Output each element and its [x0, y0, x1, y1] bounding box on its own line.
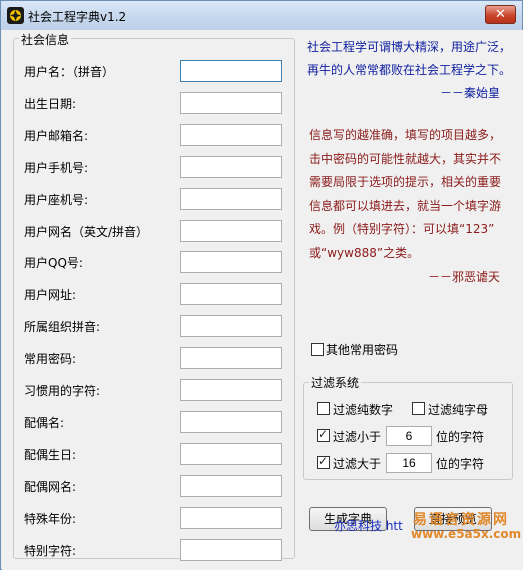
watermark-text: 易语言资源网 — [413, 512, 509, 528]
filter-pure-digits-label[interactable]: 过滤纯数字 — [333, 401, 393, 418]
app-window: 社会工程字典v1.2 ✕ 社会信息 用户名：（拼音） 出生日期: 用户邮箱名: 用户手… — [0, 0, 523, 570]
field-input[interactable] — [180, 156, 282, 178]
field-label: 配偶生日: — [24, 448, 77, 462]
field-input[interactable] — [180, 411, 282, 433]
field-input[interactable] — [180, 92, 282, 114]
quote-line: 或“wyw888”之类。 — [309, 245, 420, 260]
quote-line: 戏。例（特别字符）：可以填“123” — [309, 222, 495, 237]
field-input[interactable] — [180, 251, 282, 273]
field-input[interactable] — [180, 347, 282, 369]
window-title: 社会工程字典v1.2 — [28, 10, 127, 24]
quote-line: 信息写的越准确，填写的项目越多， — [309, 128, 502, 142]
field-input[interactable] — [180, 283, 282, 305]
filter-less-than-label[interactable]: 过滤小于 — [333, 428, 381, 445]
field-label: 用户手机号: — [24, 161, 89, 175]
field-label: 用户网址: — [24, 288, 77, 302]
filter-pure-letters-label[interactable]: 过滤纯字母 — [428, 401, 488, 418]
filter-greater-than-label[interactable]: 过滤大于 — [333, 455, 381, 472]
field-input[interactable] — [180, 379, 282, 401]
filter-less-than-input[interactable] — [386, 426, 432, 446]
quote-line: 需要局限于选项的提示，相关的重要 — [309, 175, 502, 190]
quote-line: 信息都可以填进去，就当一个填字游 — [309, 198, 502, 213]
field-label: 配偶网名: — [24, 480, 77, 494]
field-label: 用户QQ号: — [24, 256, 83, 270]
filter-greater-than-checkbox[interactable] — [317, 454, 330, 469]
field-input[interactable] — [180, 124, 282, 146]
app-logo-icon — [7, 7, 24, 24]
field-input[interactable] — [180, 220, 282, 242]
close-button[interactable]: ✕ — [485, 5, 516, 24]
field-label: 用户网名（英文/拼音） — [24, 225, 149, 239]
other-password-checkbox[interactable] — [311, 343, 324, 356]
footer-brand-link[interactable]: 亦思科技 htt — [334, 517, 403, 534]
filter-pure-letters-checkbox[interactable] — [412, 402, 425, 415]
field-input[interactable] — [180, 60, 282, 82]
field-label: 用户座机号: — [24, 193, 89, 207]
quote-tip: 信息写的越准确，填写的项目越多， 击中密码的可能性就越大，其实并不 需要局限于选… — [309, 124, 501, 289]
quote-author: －－秦始皇 — [439, 86, 500, 100]
client-area: 社会信息 用户名：（拼音） 出生日期: 用户邮箱名: 用户手机号: 用户座机号: 用户网名… — [2, 30, 523, 570]
quote-qinshihuang: 社会工程学可谓博大精深，用途广泛， 再牛的人常常都败在社会工程学之下。 －－秦始… — [307, 36, 511, 105]
quote-line: 击中密码的可能性就越大，其实并不 — [309, 151, 502, 166]
other-password-label[interactable]: 其他常用密码 — [326, 341, 398, 358]
filter-pure-digits-checkbox[interactable] — [317, 402, 330, 415]
field-input[interactable] — [180, 539, 282, 561]
quote-line: 再牛的人常常都败在社会工程学之下。 — [307, 63, 512, 77]
social-info-legend: 社会信息 — [19, 31, 72, 48]
field-label: 所属组织拼音: — [24, 320, 101, 334]
filter-less-than-checkbox[interactable] — [317, 427, 330, 442]
field-input[interactable] — [180, 475, 282, 497]
watermark-url: www.e5a5x.com — [411, 527, 522, 541]
field-label: 特别字符: — [24, 544, 77, 558]
quote-author: －－邪恶谑天 — [427, 269, 500, 284]
field-input[interactable] — [180, 507, 282, 529]
field-label: 用户邮箱名: — [24, 129, 89, 143]
quote-line: 社会工程学可谓博大精深，用途广泛， — [307, 40, 512, 54]
field-label: 习惯用的字符: — [24, 384, 101, 398]
filter-less-than-suffix: 位的字符 — [436, 430, 485, 444]
filter-legend: 过滤系统 — [309, 374, 362, 391]
field-input[interactable] — [180, 315, 282, 337]
filter-greater-than-input[interactable] — [386, 453, 432, 473]
field-label: 用户名：（拼音） — [24, 65, 115, 79]
field-input[interactable] — [180, 443, 282, 465]
close-icon: ✕ — [495, 7, 506, 22]
title-bar[interactable]: 社会工程字典v1.2 ✕ — [1, 1, 522, 30]
field-input[interactable] — [180, 188, 282, 210]
field-label: 常用密码: — [24, 352, 77, 366]
filter-greater-than-suffix: 位的字符 — [436, 457, 485, 471]
field-label: 出生日期: — [24, 97, 77, 111]
field-label: 特殊年份: — [24, 512, 77, 526]
field-label: 配偶名: — [24, 416, 65, 430]
